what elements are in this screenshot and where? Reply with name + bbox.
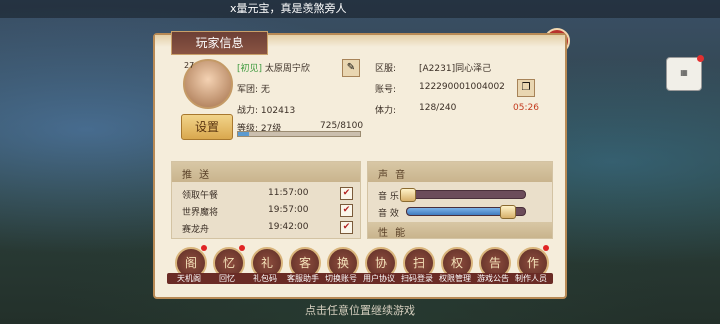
sfx-slider-fill [407, 208, 508, 215]
sfx-slider[interactable] [406, 205, 526, 219]
player-name: 太原周宁欣 [264, 64, 310, 74]
notification-dot [697, 55, 704, 62]
action-button[interactable]: 忆回忆 [205, 245, 249, 284]
push-row: 世界魔将 19:57:00 ✔ [172, 202, 360, 219]
pencil-icon: ✎ [346, 62, 356, 73]
notification-dot [543, 245, 549, 251]
stamina-timer: 05:26 [513, 103, 539, 113]
performance-title: 性 能 [378, 228, 408, 239]
push-checkbox[interactable]: ✔ [340, 221, 353, 234]
grid-menu-icon[interactable]: ▦ [666, 55, 704, 91]
stamina-label: 体力: [375, 106, 397, 116]
edit-name-button[interactable]: ✎ [342, 59, 360, 77]
sfx-label: 音 效 [378, 209, 399, 219]
xp-bar-fill [238, 132, 249, 136]
player-name-line: [初见] 太原周宁欣 [237, 61, 310, 74]
player-tag: [初见] [237, 64, 263, 74]
server-value: [A2231]同心泽己 [419, 64, 492, 74]
settings-button[interactable]: 设置 [181, 114, 233, 140]
music-label: 音 乐 [378, 192, 399, 202]
copy-account-button[interactable]: ❐ [517, 79, 535, 97]
panel-title: 玩家信息 [171, 31, 268, 55]
push-checkbox[interactable]: ✔ [340, 187, 353, 200]
push-item-name: 领取午餐 [182, 191, 219, 201]
notification-dot [239, 245, 245, 251]
push-row: 领取午餐 11:57:00 ✔ [172, 185, 360, 202]
action-button[interactable]: 告游戏公告 [471, 247, 515, 284]
action-button[interactable]: 换切换账号 [319, 247, 363, 284]
push-item-name: 赛龙舟 [182, 225, 210, 235]
push-row: 赛龙舟 19:42:00 ✔ [172, 219, 360, 236]
push-item-time: 19:42:00 [268, 222, 309, 232]
sfx-slider-knob[interactable] [500, 205, 517, 219]
push-item-time: 19:57:00 [268, 205, 309, 215]
guild-text: 军团: 无 [237, 85, 270, 95]
action-button[interactable]: 协用户协议 [357, 247, 401, 284]
server-label: 区服: [375, 64, 397, 74]
push-section-title: 推 送 [182, 170, 212, 181]
sound-section: 声 音 音 乐 音 效 性 能 [367, 161, 553, 239]
action-button[interactable]: 礼礼包码 [243, 247, 287, 284]
xp-bar [237, 131, 361, 137]
action-button[interactable]: 作制作人员 [509, 245, 553, 284]
power-text: 战力: 102413 [237, 106, 296, 116]
account-value: 122290001004002 [419, 82, 505, 92]
scrolling-ticker: x量元宝，真是羡煞旁人 [0, 0, 720, 18]
action-button[interactable]: 阁天机阁 [167, 245, 211, 284]
action-label: 制作人员 [509, 273, 553, 284]
music-slider-knob[interactable] [400, 188, 416, 202]
music-slider[interactable] [400, 188, 526, 202]
avatar-level-badge: 27 [184, 61, 195, 70]
push-checkbox[interactable]: ✔ [340, 204, 353, 217]
push-section: 推 送 领取午餐 11:57:00 ✔ 世界魔将 19:57:00 ✔ 赛龙舟 … [171, 161, 361, 239]
notification-dot [201, 245, 207, 251]
action-button[interactable]: 客客服助手 [281, 247, 325, 284]
stamina-value: 128/240 [419, 103, 457, 113]
ticker-text: x量元宝，真是羡煞旁人 [230, 2, 347, 15]
account-label: 账号: [375, 85, 397, 95]
push-item-name: 世界魔将 [182, 208, 219, 218]
push-item-time: 11:57:00 [268, 188, 309, 198]
continue-hint: 点击任意位置继续游戏 [305, 304, 415, 317]
copy-icon: ❐ [521, 82, 531, 93]
sound-section-title: 声 音 [378, 170, 408, 181]
xp-text: 725/8100 [320, 121, 364, 131]
action-button[interactable]: 扫扫码登录 [395, 247, 439, 284]
player-info-panel: 玩家信息 27 设置 [初见] 太原周宁欣 ✎ 军团: 无 战力: 102413… [153, 31, 567, 299]
action-button[interactable]: 权权限管理 [433, 247, 477, 284]
